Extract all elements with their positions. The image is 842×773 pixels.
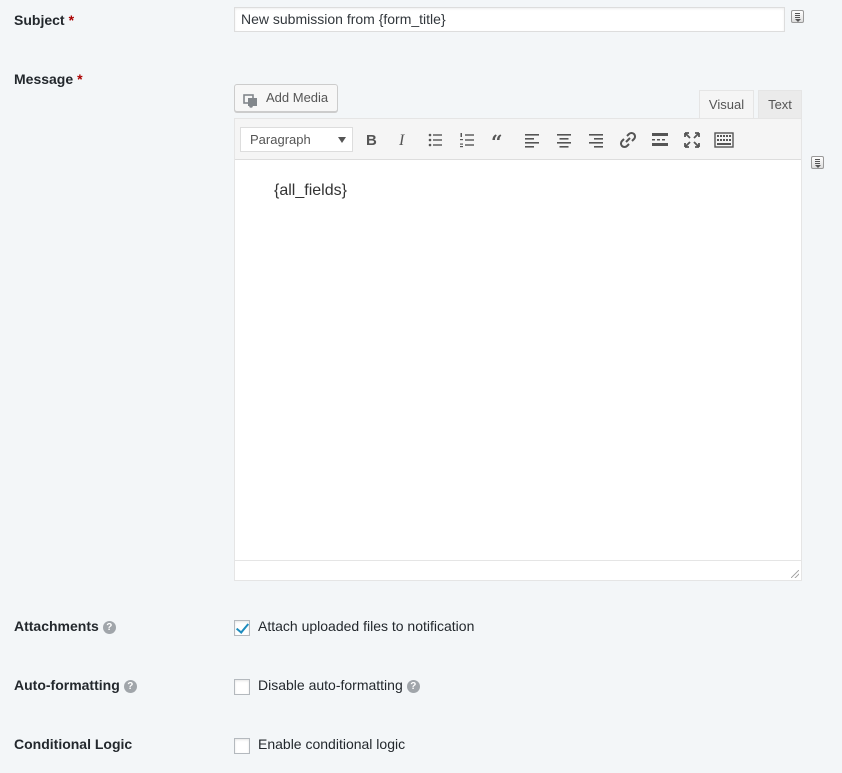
- subject-label-text: Subject: [14, 12, 65, 28]
- italic-icon[interactable]: I: [393, 129, 415, 151]
- fullscreen-icon[interactable]: [681, 129, 703, 151]
- auto-formatting-checkbox[interactable]: [234, 679, 250, 695]
- link-icon[interactable]: [617, 129, 639, 151]
- media-icon: [243, 91, 259, 108]
- align-left-icon[interactable]: [521, 129, 543, 151]
- editor-content-area[interactable]: {all_fields}: [235, 161, 801, 560]
- help-icon[interactable]: ?: [406, 680, 420, 693]
- required-asterisk: *: [68, 12, 75, 28]
- message-label: Message *: [14, 71, 83, 87]
- subject-label: Subject *: [14, 12, 74, 28]
- bulleted-list-icon[interactable]: [425, 129, 447, 151]
- read-more-icon[interactable]: [649, 129, 671, 151]
- svg-text:“: “: [491, 130, 503, 151]
- add-media-label: Add Media: [266, 90, 329, 105]
- attachments-label-text: Attachments: [14, 618, 99, 634]
- bold-icon[interactable]: B: [361, 129, 383, 151]
- message-editor: Paragraph B I “ {all_fields}: [234, 118, 802, 581]
- toolbar-toggle-icon[interactable]: [713, 129, 735, 151]
- message-label-text: Message: [14, 71, 74, 87]
- merge-tags-icon[interactable]: [811, 156, 824, 169]
- blockquote-icon[interactable]: “: [489, 129, 511, 151]
- auto-formatting-checkbox-label[interactable]: Disable auto-formatting?: [258, 677, 420, 693]
- numbered-list-icon[interactable]: [457, 129, 479, 151]
- align-right-icon[interactable]: [585, 129, 607, 151]
- auto-formatting-label: Auto-formatting?: [14, 677, 137, 693]
- svg-text:B: B: [366, 132, 377, 149]
- help-icon[interactable]: ?: [102, 621, 116, 634]
- auto-formatting-checkbox-text: Disable auto-formatting: [258, 677, 403, 693]
- format-select-value: Paragraph: [250, 132, 311, 147]
- format-select[interactable]: Paragraph: [240, 127, 353, 152]
- notification-settings-panel: Subject * New submission from {form_title…: [0, 0, 842, 773]
- resize-handle-icon[interactable]: [791, 570, 799, 578]
- conditional-logic-label: Conditional Logic: [14, 736, 132, 752]
- editor-statusbar: [235, 560, 801, 580]
- required-asterisk: *: [77, 71, 83, 87]
- subject-input[interactable]: New submission from {form_title}: [234, 7, 785, 32]
- editor-toolbar: Paragraph B I “: [235, 119, 801, 160]
- help-icon[interactable]: ?: [123, 680, 137, 693]
- conditional-logic-checkbox-label[interactable]: Enable conditional logic: [258, 736, 405, 752]
- auto-formatting-label-text: Auto-formatting: [14, 677, 120, 693]
- chevron-down-icon: [338, 137, 346, 143]
- attachments-checkbox[interactable]: [234, 620, 250, 636]
- attachments-checkbox-label[interactable]: Attach uploaded files to notification: [258, 618, 474, 634]
- svg-text:I: I: [398, 132, 405, 149]
- editor-text: {all_fields}: [274, 182, 347, 199]
- conditional-logic-checkbox[interactable]: [234, 738, 250, 754]
- tab-visual[interactable]: Visual: [699, 90, 754, 119]
- add-media-button[interactable]: Add Media: [234, 84, 338, 112]
- attachments-label: Attachments?: [14, 618, 116, 634]
- tab-text[interactable]: Text: [758, 90, 802, 119]
- merge-tags-icon[interactable]: [791, 10, 804, 23]
- conditional-logic-label-text: Conditional Logic: [14, 736, 133, 752]
- align-center-icon[interactable]: [553, 129, 575, 151]
